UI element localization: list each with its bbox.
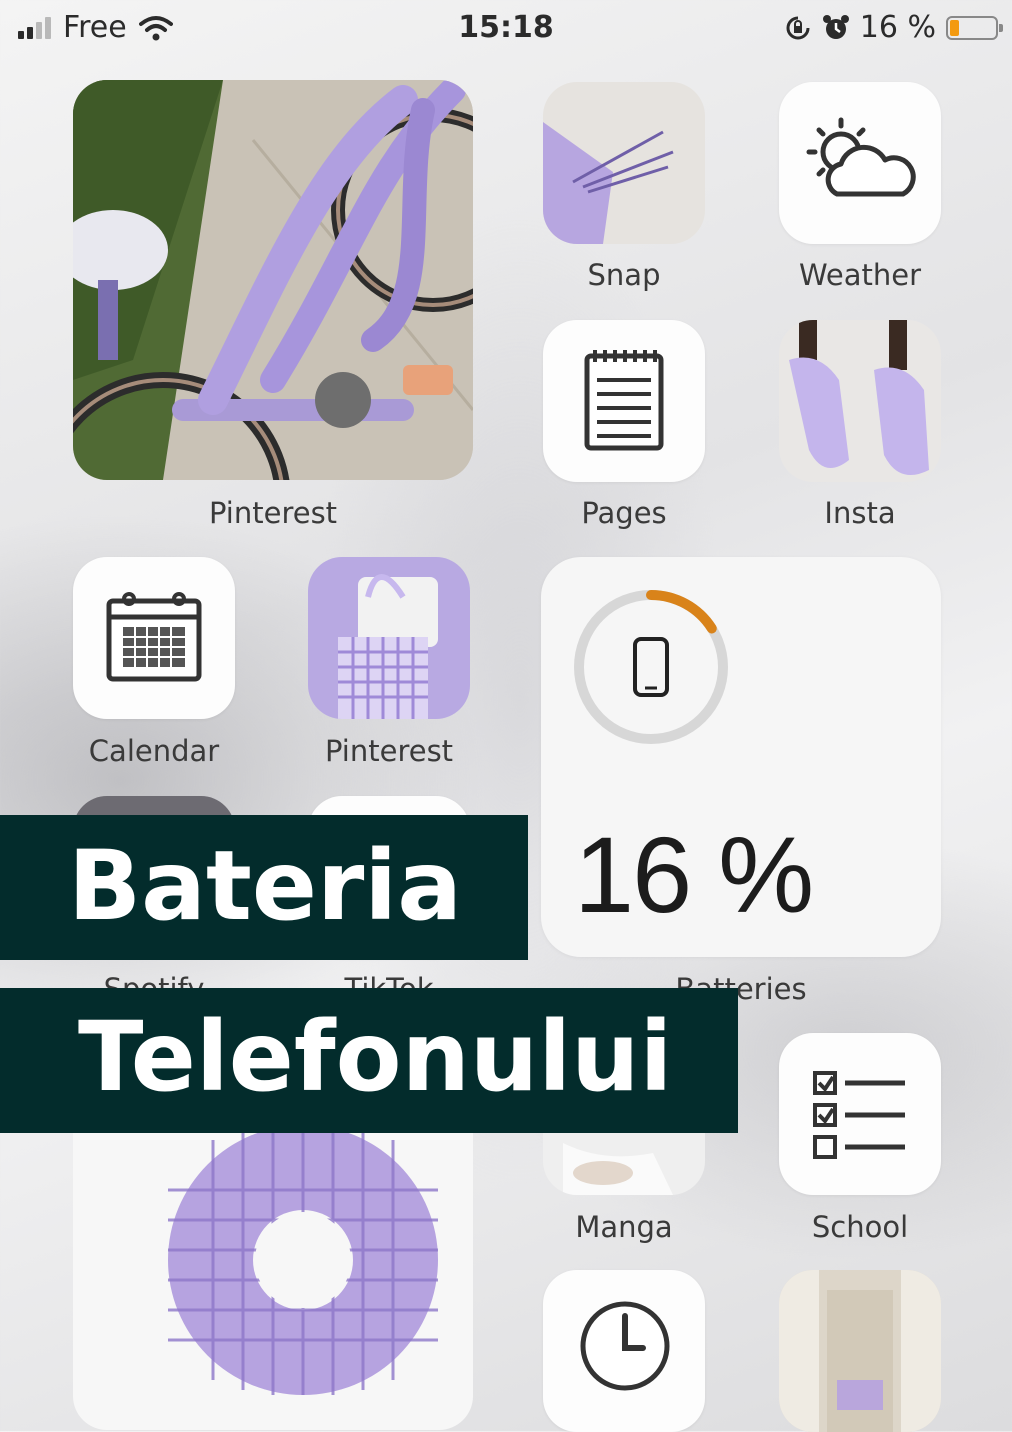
- title-banner-line1: Bateria: [0, 815, 528, 960]
- notepad-icon: [584, 350, 664, 451]
- app-snap[interactable]: [543, 82, 705, 244]
- app-label-insta: Insta: [824, 496, 896, 530]
- app-room-photo[interactable]: [779, 1270, 941, 1432]
- rotation-lock-icon: [786, 16, 810, 39]
- calendar-icon: [106, 592, 202, 682]
- app-label-pinterest-large: Pinterest: [208, 496, 338, 530]
- app-weather[interactable]: [779, 82, 941, 244]
- weather-icon: [806, 117, 916, 197]
- app-label-calendar: Calendar: [88, 734, 220, 768]
- app-label-school: School: [811, 1210, 909, 1244]
- app-calendar[interactable]: [73, 557, 235, 719]
- sneakers-photo: [789, 320, 929, 475]
- bag-photo: [338, 574, 438, 719]
- app-label-snap: Snap: [587, 258, 661, 292]
- title-line1: Bateria: [68, 830, 462, 942]
- app-clock[interactable]: [543, 1270, 705, 1432]
- title-banner-line2: Telefonului: [0, 988, 738, 1133]
- alarm-icon: [822, 14, 849, 39]
- app-school[interactable]: [779, 1033, 941, 1195]
- title-line2: Telefonului: [78, 1001, 673, 1113]
- status-bar: Free 15:18 16 %: [0, 0, 1012, 56]
- battery-ring: [574, 590, 728, 744]
- battery-icon: [946, 15, 1003, 40]
- app-pinterest-small[interactable]: [308, 557, 470, 719]
- pinterest-large-widget[interactable]: [73, 80, 473, 480]
- bike-photo: [73, 80, 473, 480]
- checklist-icon: [813, 1071, 905, 1159]
- phone-icon: [633, 637, 669, 697]
- app-insta[interactable]: [779, 320, 941, 482]
- room-photo: [779, 1270, 941, 1432]
- app-label-pinterest-small: Pinterest: [324, 734, 454, 768]
- battery-widget-percent: 16 %: [574, 814, 814, 935]
- app-label-manga: Manga: [575, 1210, 673, 1244]
- clock-icon: [580, 1301, 670, 1391]
- app-pages[interactable]: [543, 320, 705, 482]
- battery-percent: 16 %: [859, 10, 936, 45]
- app-label-pages: Pages: [581, 496, 667, 530]
- app-label-weather: Weather: [798, 258, 922, 292]
- snap-icon: [543, 122, 674, 244]
